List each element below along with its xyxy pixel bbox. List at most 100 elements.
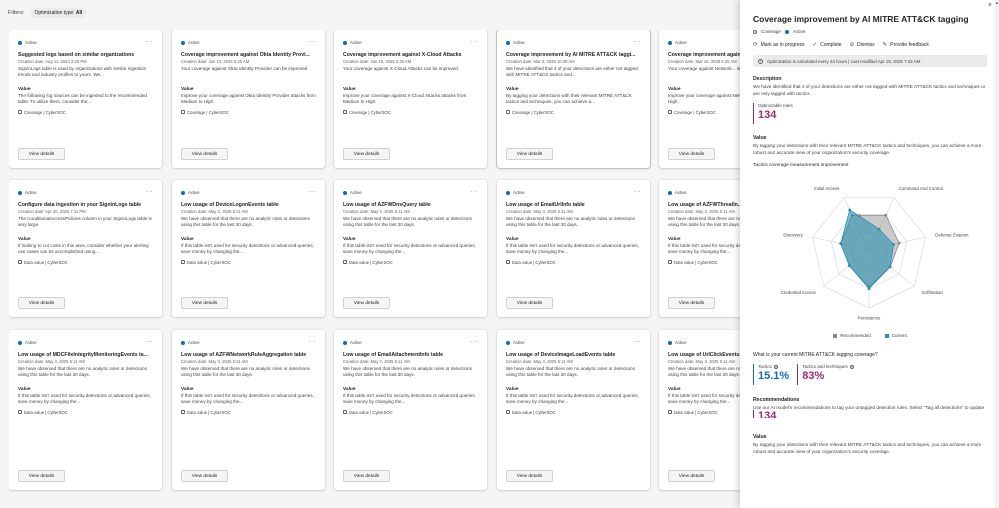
radar-point-current[interactable]: [888, 265, 892, 269]
optimization-type-filter-chip[interactable]: Optimization type: All: [29, 8, 88, 18]
more-options-icon[interactable]: ···: [471, 39, 479, 45]
view-details-button[interactable]: View details: [181, 148, 228, 160]
help-icon[interactable]: ?: [849, 364, 855, 370]
optimization-card[interactable]: Active ··· Low usage of DeviceLogonEvents …: [172, 180, 325, 317]
card-description: The ConditionalAccessPolicies column in …: [18, 216, 152, 228]
radar-point-current[interactable]: [892, 243, 895, 247]
optimization-card[interactable]: Active ··· Low usage of EmailAttachmentInf…: [334, 330, 487, 490]
radar-point-current[interactable]: [867, 287, 871, 291]
card-title: Coverage improvement against X-Cloud Att…: [343, 52, 462, 58]
close-icon[interactable]: ×: [988, 2, 992, 9]
radar-point-recommended[interactable]: [884, 214, 888, 217]
optimization-card[interactable]: Active ··· Low usage of AZFWDnsQuery table…: [334, 180, 487, 317]
tactics-techniques-metric: Tactics and techniques? 83%: [797, 364, 855, 386]
card-description: We have observed that there are no analy…: [343, 366, 472, 378]
more-options-icon[interactable]: ···: [309, 189, 317, 195]
card-tags: Data value | CyberSOC: [18, 260, 153, 265]
card-value-text: Improve your coverage against Okta Ident…: [181, 93, 316, 105]
radar-point-current[interactable]: [877, 228, 881, 231]
optimization-card[interactable]: Active ··· Low usage of DeviceImageLoadEve…: [497, 330, 650, 490]
view-details-button[interactable]: View details: [18, 297, 65, 309]
card-title: Coverage improvement against Okta Identi…: [181, 52, 310, 58]
view-details-button[interactable]: View details: [506, 148, 553, 160]
card-tags: Coverage | CyberSOC: [343, 110, 478, 115]
card-status-label: Active: [350, 190, 362, 195]
card-tags: Data value | CyberSOC: [181, 260, 316, 265]
view-details-button[interactable]: View details: [506, 297, 553, 309]
panel-scrollbar[interactable]: [995, 0, 999, 508]
radar-point-current[interactable]: [847, 264, 851, 268]
card-creation-date: Creation date: Mar 3, 2025 10:38 AM: [506, 59, 575, 64]
card-value-label: Value: [343, 237, 356, 242]
optimization-card[interactable]: Active ··· Suggested logs based on similar…: [9, 30, 162, 168]
radar-point-recommended[interactable]: [897, 242, 901, 245]
optimization-card[interactable]: Active ··· Low usage of AZFWNetworkRuleAgg…: [172, 330, 325, 490]
card-value-label: Value: [668, 237, 681, 242]
card-value-label: Value: [343, 87, 356, 92]
optimization-card[interactable]: Active··· Low usage of UrlClickEvents...C…: [659, 330, 744, 490]
optimization-card[interactable]: Active ··· Coverage improvement by AI MITR…: [497, 30, 650, 168]
scroll-up-icon[interactable]: ▲: [995, 0, 999, 5]
more-options-icon[interactable]: ···: [309, 339, 317, 345]
coverage-icon: [753, 29, 757, 34]
optimization-card[interactable]: Active ··· Low usage of EmailUrlInfo table…: [497, 180, 650, 317]
category-icon: [668, 260, 672, 264]
card-title: Low usage of AZFWNetworkRuleAggregation …: [181, 352, 307, 358]
view-details-button[interactable]: View details: [343, 470, 390, 482]
more-options-icon[interactable]: ···: [634, 39, 642, 45]
view-details-button[interactable]: View details: [506, 470, 553, 482]
info-message: Optimization is calculated every 24 hour…: [767, 58, 922, 64]
optimization-card[interactable]: Active··· Coverage improvement against...…: [659, 30, 744, 168]
card-tags-label: Data value | CyberSOC: [512, 409, 556, 415]
card-tags-label: Data value | CyberSOC: [512, 259, 556, 265]
view-details-button[interactable]: View details: [668, 470, 715, 482]
panel-actions: ⟳ Mark as in progress ✓ Complete ⊘ Dismiss …: [753, 42, 987, 48]
view-details-button[interactable]: View details: [18, 148, 65, 160]
view-details-button[interactable]: View details: [18, 470, 65, 482]
dismiss-icon: ⊘: [849, 42, 855, 48]
view-details-button[interactable]: View details: [343, 148, 390, 160]
help-icon[interactable]: ?: [773, 364, 779, 370]
card-header: Active ···: [343, 39, 478, 46]
dismiss-button[interactable]: ⊘ Dismiss: [850, 42, 875, 48]
more-options-icon[interactable]: ···: [471, 339, 479, 345]
description-heading: Description: [753, 76, 782, 82]
view-details-button[interactable]: View details: [668, 297, 715, 309]
more-options-icon[interactable]: ···: [634, 189, 642, 195]
view-details-button[interactable]: View details: [181, 297, 228, 309]
category-icon: [343, 410, 347, 414]
view-details-button[interactable]: View details: [343, 297, 390, 309]
tactics-value: 15.1%: [758, 370, 790, 383]
category-icon: [181, 410, 185, 414]
provide-feedback-button[interactable]: ✎ Provide feedback: [883, 42, 929, 48]
radar-point-current[interactable]: [839, 242, 843, 246]
optimization-card[interactable]: Active ··· Coverage improvement against X-…: [334, 30, 487, 168]
radar-point-current[interactable]: [848, 208, 852, 212]
more-options-icon[interactable]: ···: [146, 189, 154, 195]
chart-legend: Recommended Current: [753, 333, 987, 338]
legend-item-recommended[interactable]: Recommended: [833, 333, 871, 338]
card-value-text: If this table isn't used for security de…: [668, 243, 744, 255]
more-options-icon[interactable]: ···: [634, 339, 642, 345]
view-details-button[interactable]: View details: [668, 148, 715, 160]
card-value-label: Value: [668, 387, 681, 392]
complete-button[interactable]: ✓ Complete: [813, 42, 842, 48]
more-options-icon[interactable]: ···: [309, 39, 317, 45]
more-options-icon[interactable]: ···: [471, 189, 479, 195]
card-tags: Data value | CyberSOC: [668, 410, 744, 415]
mark-in-progress-button[interactable]: ⟳ Mark as in progress: [753, 42, 805, 48]
view-details-button[interactable]: View details: [181, 470, 228, 482]
card-description: We have observed that there are no analy…: [506, 216, 635, 228]
info-message-bar: i Optimization is calculated every 24 ho…: [753, 55, 987, 67]
optimization-card[interactable]: Active ··· Configure data ingestion in you…: [9, 180, 162, 317]
optimization-card[interactable]: Active··· Low usage of AZFWThreatIn...Cre…: [659, 180, 744, 317]
legend-item-current[interactable]: Current: [884, 333, 907, 338]
card-creation-date: Creation date: May 3, 2025 5:11 AM: [668, 209, 735, 214]
optimization-card[interactable]: Active ··· Low usage of MDCFileIntegrityMo…: [9, 330, 162, 490]
card-title: Suggested logs based on similar organiza…: [18, 52, 135, 58]
card-creation-date: Creation date: Apr 20, 2025 7:11 PM: [18, 209, 86, 214]
optimization-card[interactable]: Active ··· Coverage improvement against Ok…: [172, 30, 325, 168]
more-options-icon[interactable]: ···: [146, 39, 154, 45]
card-title: Low usage of EmailAttachmentInfo table: [343, 352, 444, 358]
more-options-icon[interactable]: ···: [146, 339, 154, 345]
